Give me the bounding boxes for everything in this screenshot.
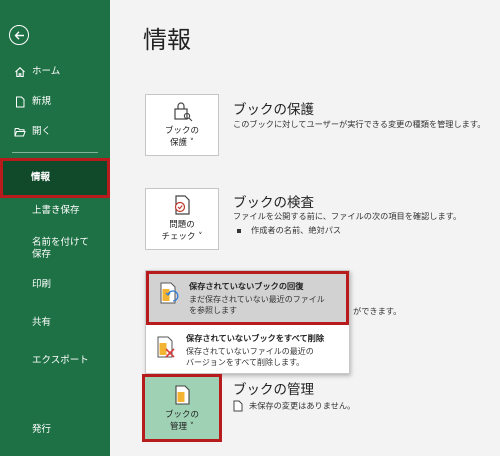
nav-info[interactable]: 情報 (0, 158, 110, 198)
manage-workbook-menu: 保存されていないブックの回復 まだ保存されていない最近のファイル を参照します … (145, 270, 350, 374)
delete-item-desc-line-1: 保存されていないファイルの最近の (186, 347, 314, 356)
recover-item-desc-line-1: まだ保存されていない最近のファイル (189, 295, 325, 304)
home-icon (14, 66, 26, 78)
nav-save-as-label: 名前を付けて保存 (32, 237, 90, 260)
manage-section-title: ブックの管理 (233, 382, 314, 398)
protect-section-title: ブックの保護 (233, 102, 314, 118)
nav-publish-label: 発行 (32, 424, 52, 436)
document-icon (233, 400, 243, 412)
manage-section-desc: 未保存の変更はありません。 (249, 400, 356, 411)
nav-share-label: 共有 (32, 317, 52, 329)
document-check-icon (174, 195, 190, 215)
manage-workbook-icon (175, 385, 190, 405)
manage-tile-label-2: 管理 ˅ (170, 421, 194, 432)
manage-section-desc-row: 未保存の変更はありません。 (233, 400, 355, 412)
nav-print-label: 印刷 (32, 279, 52, 291)
protect-section-desc: このブックに対してユーザーが実行できる変更の種類を管理します。 (233, 119, 486, 129)
inspect-tile-label-2: チェック ˅ (161, 231, 203, 242)
nav-info-label: 情報 (31, 172, 51, 184)
manage-tile-label-1: ブックの (164, 410, 199, 421)
recover-unsaved-workbooks-item[interactable]: 保存されていないブックの回復 まだ保存されていない最近のファイル を参照します (146, 271, 349, 325)
recover-item-desc: まだ保存されていない最近のファイル を参照します (189, 294, 325, 316)
check-for-issues-button[interactable]: 問題の チェック ˅ (145, 188, 219, 250)
protect-tile-label-1: ブックの (164, 126, 199, 137)
delete-document-icon (157, 336, 175, 358)
inspect-section-title: ブックの検査 (233, 195, 314, 211)
partially-hidden-desc: ができます。 (353, 306, 402, 316)
back-button[interactable] (9, 25, 29, 45)
delete-item-title: 保存されていないブックをすべて削除 (186, 333, 325, 343)
nav-publish[interactable]: 発行 (0, 422, 110, 438)
manage-workbook-button[interactable]: ブックの 管理 ˅ (142, 374, 222, 442)
inspect-section-desc: ファイルを公開する前に、ファイルの次の項目を確認します。 (233, 211, 462, 221)
nav-save-as[interactable]: 名前を付けて保存 (0, 234, 104, 264)
nav-export[interactable]: エクスポート (0, 353, 110, 369)
recover-item-title: 保存されていないブックの回復 (189, 281, 304, 291)
recover-item-desc-line-2: を参照します (189, 306, 237, 316)
inspect-bullet-text: 作成者の名前、絶対パス (251, 225, 342, 235)
inspect-tile-label-1: 問題の (169, 220, 195, 231)
recover-document-icon (160, 282, 179, 304)
nav-open-label: 開く (32, 126, 52, 138)
lock-key-icon (174, 102, 193, 122)
arrow-left-icon (14, 30, 24, 40)
bullet-icon (237, 228, 241, 233)
nav-export-label: エクスポート (32, 355, 89, 367)
sidebar-divider (12, 152, 98, 153)
nav-print[interactable]: 印刷 (0, 277, 110, 293)
delete-item-desc: 保存されていないファイルの最近の バージョンをすべて削除します。 (186, 346, 314, 368)
new-document-icon (14, 96, 26, 108)
nav-share[interactable]: 共有 (0, 315, 110, 331)
nav-save[interactable]: 上書き保存 (0, 202, 110, 220)
delete-all-unsaved-workbooks-item[interactable]: 保存されていないブックをすべて削除 保存されていないファイルの最近の バージョン… (146, 327, 349, 373)
nav-save-label: 上書き保存 (32, 205, 80, 217)
nav-home-label: ホーム (32, 66, 61, 78)
protect-tile-label-2: 保護 ˅ (170, 137, 194, 148)
nav-new[interactable]: 新規 (0, 94, 110, 110)
nav-home[interactable]: ホーム (0, 64, 110, 80)
delete-item-desc-line-2: バージョンをすべて削除します。 (186, 358, 305, 368)
backstage-sidebar: ホーム 新規 開く 情報 上書き保存 名前を付けて保存 印刷 共有 エクスポート… (0, 0, 110, 456)
nav-open[interactable]: 開く (0, 124, 110, 140)
page-title: 情報 (143, 26, 191, 54)
inspect-bullet: 作成者の名前、絶対パス (237, 225, 341, 236)
protect-workbook-button[interactable]: ブックの 保護 ˅ (145, 94, 219, 156)
nav-new-label: 新規 (32, 96, 52, 108)
folder-open-icon (14, 126, 26, 138)
